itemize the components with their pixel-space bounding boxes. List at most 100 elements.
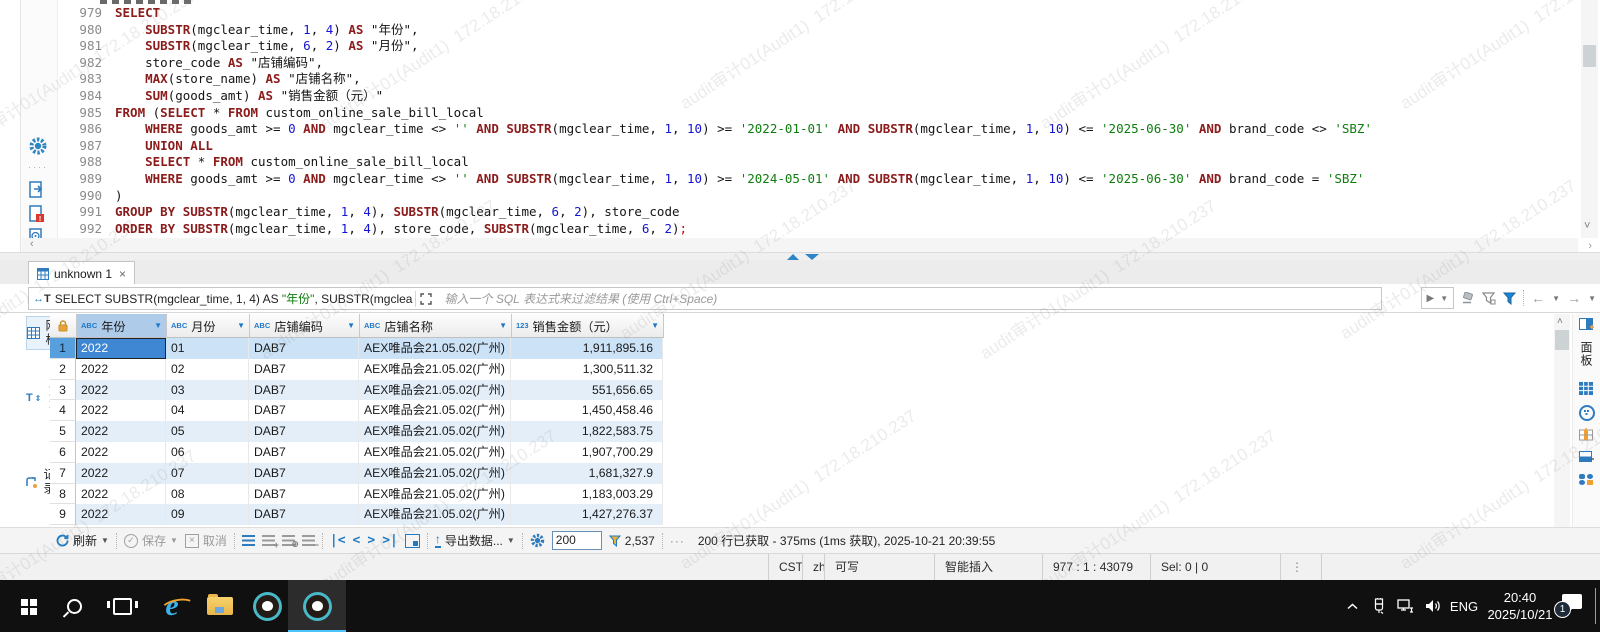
grid-cell[interactable]: DAB7: [249, 338, 359, 359]
grid-cell[interactable]: AEX唯品会21.05.02(广州): [359, 463, 511, 484]
clock[interactable]: 20:40 2025/10/21: [1482, 580, 1558, 632]
expand-filter-icon[interactable]: [415, 291, 436, 307]
code-line[interactable]: 989 WHERE goods_amt >= 0 AND mgclear_tim…: [58, 171, 1540, 188]
gear-icon[interactable]: [28, 136, 48, 156]
row-number[interactable]: 6: [50, 442, 76, 463]
grid-cell[interactable]: 01: [166, 338, 249, 359]
editor-horizontal-scrollbar[interactable]: ‹ ›: [22, 238, 1578, 252]
task-view-button[interactable]: [102, 580, 142, 632]
grid-cell[interactable]: DAB7: [249, 359, 359, 380]
grid-cell[interactable]: 1,450,458.46: [511, 400, 663, 421]
grid-cell[interactable]: DAB7: [249, 504, 359, 525]
save-filter-icon[interactable]: [1482, 292, 1496, 305]
grid-cell[interactable]: DAB7: [249, 463, 359, 484]
code-line[interactable]: 982 store_code AS "店铺编码",: [58, 55, 1540, 72]
result-settings-gear-icon[interactable]: [530, 533, 545, 548]
file-explorer-button[interactable]: [198, 580, 242, 632]
grid-cell[interactable]: AEX唯品会21.05.02(广州): [359, 421, 511, 442]
dbeaver-button[interactable]: [246, 580, 288, 632]
script-error-icon[interactable]: !: [28, 204, 48, 224]
column-header-2[interactable]: ABC月份▼: [167, 314, 250, 338]
execute-script-icon[interactable]: [28, 180, 48, 200]
row-number[interactable]: 1: [50, 338, 76, 359]
duplicate-row-button[interactable]: ⊕: [282, 535, 295, 546]
code-line[interactable]: 991GROUP BY SUBSTR(mgclear_time, 1, 4), …: [58, 204, 1540, 221]
tray-expand-button[interactable]: [1340, 580, 1364, 632]
usb-tray-button[interactable]: [1366, 580, 1392, 632]
start-button[interactable]: [8, 580, 48, 632]
chevron-down-icon[interactable]: ▼: [1440, 294, 1448, 303]
row-number[interactable]: 3: [50, 380, 76, 401]
code-line[interactable]: 987 UNION ALL: [58, 138, 1540, 155]
value-viewer-icon[interactable]: [1579, 382, 1594, 396]
code-line[interactable]: 983 MAX(store_name) AS "店铺名称",: [58, 71, 1540, 88]
row-number[interactable]: 7: [50, 463, 76, 484]
save-button[interactable]: ✓ 保存▼: [124, 532, 178, 549]
scrollbar-thumb[interactable]: [1555, 330, 1569, 350]
grid-cell[interactable]: 2022: [76, 380, 166, 401]
network-tray-button[interactable]: [1392, 580, 1418, 632]
grid-cell[interactable]: AEX唯品会21.05.02(广州): [359, 504, 511, 525]
grid-cell[interactable]: 04: [166, 400, 249, 421]
fetch-size-input[interactable]: 200: [552, 531, 602, 550]
grid-cell[interactable]: 2022: [76, 359, 166, 380]
nav-forward-icon[interactable]: →: [1567, 292, 1581, 304]
scroll-up-icon[interactable]: ˄: [1557, 316, 1563, 327]
first-page-icon[interactable]: |<: [330, 533, 346, 548]
statusbar-more-icon[interactable]: ⋮: [1280, 554, 1322, 580]
volume-tray-button[interactable]: [1420, 580, 1446, 632]
panels-toggle-icon[interactable]: [1579, 318, 1594, 332]
dbeaver-active-icon-wrap[interactable]: [302, 580, 332, 632]
grid-cell[interactable]: 1,907,700.29: [511, 442, 663, 463]
column-header-4[interactable]: ABC店铺名称▼: [360, 314, 512, 338]
fetch-all-icon[interactable]: [405, 534, 420, 548]
sql-editor-code[interactable]: 979SELECT980 SUBSTR(mgclear_time, 1, 4) …: [58, 5, 1540, 237]
column-dropdown-icon[interactable]: ▼: [237, 321, 245, 330]
clear-filter-icon[interactable]: [1461, 292, 1475, 304]
edit-value-button[interactable]: [242, 535, 255, 546]
code-line[interactable]: 985FROM (SELECT * FROM custom_online_sal…: [58, 105, 1540, 122]
references-panel-icon[interactable]: [1579, 474, 1594, 488]
grid-cell[interactable]: 07: [166, 463, 249, 484]
show-desktop-button[interactable]: [1595, 588, 1596, 624]
grid-cell[interactable]: 2022: [76, 338, 166, 359]
grid-cell[interactable]: AEX唯品会21.05.02(广州): [359, 442, 511, 463]
grid-cell[interactable]: AEX唯品会21.05.02(广州): [359, 484, 511, 505]
grid-cell[interactable]: AEX唯品会21.05.02(广州): [359, 338, 511, 359]
grid-cell[interactable]: 08: [166, 484, 249, 505]
result-filter-input[interactable]: ↔T SELECT SUBSTR(mgclear_time, 1, 4) AS …: [28, 287, 1382, 310]
grid-cell[interactable]: DAB7: [249, 421, 359, 442]
delete-row-button[interactable]: −: [302, 535, 315, 546]
code-line[interactable]: 984 SUM(goods_amt) AS "销售金额（元）": [58, 88, 1540, 105]
chevron-down-icon[interactable]: ▼: [507, 536, 515, 545]
scroll-down-icon[interactable]: ˅: [1584, 220, 1590, 232]
grid-cell[interactable]: 03: [166, 380, 249, 401]
row-number[interactable]: 5: [50, 421, 76, 442]
grid-cell[interactable]: 1,427,276.37: [511, 504, 663, 525]
grid-cell[interactable]: 1,183,003.29: [511, 484, 663, 505]
grid-cell[interactable]: 2022: [76, 442, 166, 463]
column-dropdown-icon[interactable]: ▼: [347, 321, 355, 330]
code-line[interactable]: 990): [58, 188, 1540, 205]
grid-cell[interactable]: 1,300,511.32: [511, 359, 663, 380]
cancel-button[interactable]: × 取消: [185, 532, 227, 549]
last-page-icon[interactable]: >|: [382, 533, 398, 548]
export-data-button[interactable]: ↑ 导出数据...▼: [435, 532, 515, 549]
input-language-button[interactable]: ENG: [1446, 580, 1482, 632]
grid-cell[interactable]: DAB7: [249, 380, 359, 401]
metadata-icon[interactable]: [1579, 405, 1594, 419]
code-line[interactable]: 981 SUBSTR(mgclear_time, 6, 2) AS "月份",: [58, 38, 1540, 55]
code-line[interactable]: 979SELECT: [58, 5, 1540, 22]
row-number[interactable]: 8: [50, 484, 76, 505]
grid-cell[interactable]: 2022: [76, 400, 166, 421]
grid-cell[interactable]: 2022: [76, 484, 166, 505]
add-row-button[interactable]: +: [262, 535, 275, 546]
column-header-1[interactable]: ABC年份▼: [77, 314, 167, 338]
code-line[interactable]: 980 SUBSTR(mgclear_time, 1, 4) AS "年份",: [58, 22, 1540, 39]
grid-cell[interactable]: AEX唯品会21.05.02(广州): [359, 380, 511, 401]
refresh-button[interactable]: 刷新▼: [56, 532, 109, 549]
next-page-icon[interactable]: >: [367, 533, 375, 548]
grid-cell[interactable]: 551,656.65: [511, 380, 663, 401]
chevron-down-icon[interactable]: ▼: [1552, 294, 1560, 303]
grid-cell[interactable]: 2022: [76, 421, 166, 442]
